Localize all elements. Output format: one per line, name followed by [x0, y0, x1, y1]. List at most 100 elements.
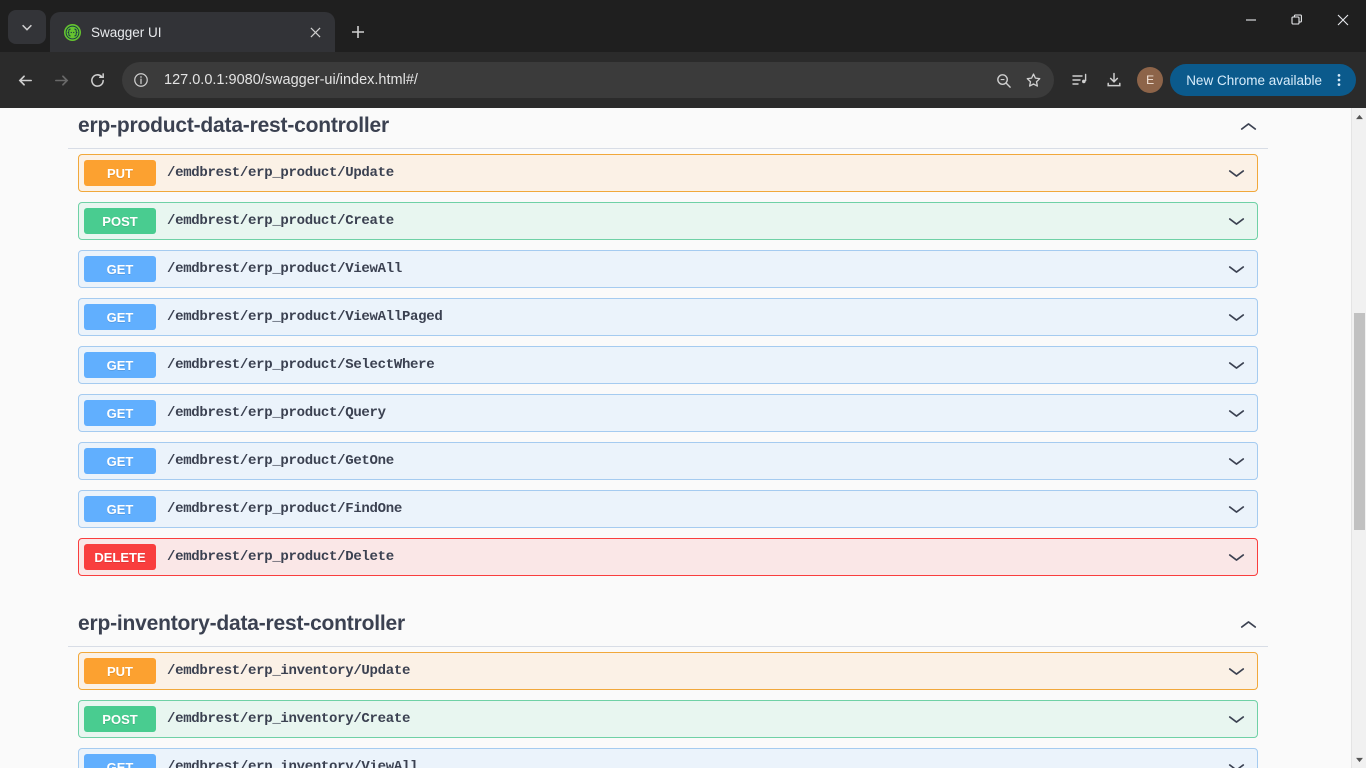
operation-path: /emdbrest/erp_inventory/ViewAll	[167, 759, 419, 768]
swagger-operations-container: erp-product-data-rest-controller PUT/emdb…	[68, 108, 1268, 768]
scroll-up-button[interactable]	[1352, 108, 1366, 125]
download-icon	[1107, 72, 1121, 87]
minimize-button[interactable]	[1228, 0, 1274, 40]
operation-row-get[interactable]: GET/emdbrest/erp_product/GetOne	[78, 442, 1258, 480]
chevron-down-icon	[1228, 217, 1244, 225]
triangle-up-icon	[1356, 114, 1363, 119]
swagger-logo-icon	[64, 23, 81, 41]
browser-menu-button[interactable]	[1326, 67, 1352, 93]
page-scrollbar[interactable]	[1351, 108, 1366, 768]
tag-title: erp-product-data-rest-controller	[78, 114, 389, 137]
operation-row-get[interactable]: GET/emdbrest/erp_product/ViewAllPaged	[78, 298, 1258, 336]
operation-expand-toggle[interactable]	[1225, 402, 1247, 424]
http-method-badge: GET	[84, 256, 156, 282]
bookmark-button[interactable]	[1018, 65, 1048, 95]
operation-row-get[interactable]: GET/emdbrest/erp_inventory/ViewAll	[78, 748, 1258, 768]
forward-button[interactable]	[44, 63, 78, 97]
chevron-down-icon	[1228, 409, 1244, 417]
operation-row-post[interactable]: POST/emdbrest/erp_product/Create	[78, 202, 1258, 240]
operation-row-get[interactable]: GET/emdbrest/erp_product/FindOne	[78, 490, 1258, 528]
chevron-down-icon	[1228, 313, 1244, 321]
operation-path: /emdbrest/erp_inventory/Update	[167, 663, 411, 679]
chevron-down-icon	[1228, 715, 1244, 723]
operation-row-get[interactable]: GET/emdbrest/erp_product/ViewAll	[78, 250, 1258, 288]
info-circle-icon	[134, 73, 148, 87]
scroll-down-button[interactable]	[1352, 751, 1366, 768]
operation-expand-toggle[interactable]	[1225, 498, 1247, 520]
minimize-icon	[1246, 19, 1256, 21]
back-button[interactable]	[8, 63, 42, 97]
chevron-down-icon	[1228, 169, 1244, 177]
http-method-badge: GET	[84, 352, 156, 378]
operation-row-delete[interactable]: DELETE/emdbrest/erp_product/Delete	[78, 538, 1258, 576]
chrome-update-label: New Chrome available	[1186, 72, 1322, 88]
scrollbar-thumb[interactable]	[1354, 312, 1365, 531]
browser-tab-swagger-ui[interactable]: Swagger UI	[50, 12, 335, 52]
operation-expand-toggle[interactable]	[1225, 258, 1247, 280]
window-controls	[1228, 0, 1366, 40]
chevron-down-icon	[1228, 361, 1244, 369]
reload-icon	[90, 72, 104, 87]
plus-icon	[352, 26, 364, 38]
operation-path: /emdbrest/erp_product/Delete	[167, 549, 394, 565]
magnifier-icon	[996, 73, 1011, 88]
downloads-button[interactable]	[1098, 64, 1130, 96]
http-method-badge: GET	[84, 496, 156, 522]
tab-strip: Swagger UI	[0, 0, 1366, 52]
tab-title: Swagger UI	[91, 24, 162, 40]
tag-collapse-toggle[interactable]	[1238, 116, 1258, 136]
site-info-button[interactable]	[126, 65, 156, 95]
operation-expand-toggle[interactable]	[1225, 546, 1247, 568]
operation-path: /emdbrest/erp_product/Create	[167, 213, 394, 229]
operation-path: /emdbrest/erp_product/Query	[167, 405, 386, 421]
operation-row-put[interactable]: PUT/emdbrest/erp_inventory/Update	[78, 652, 1258, 690]
operation-expand-toggle[interactable]	[1225, 450, 1247, 472]
operation-row-get[interactable]: GET/emdbrest/erp_product/SelectWhere	[78, 346, 1258, 384]
media-playlist-icon	[1072, 73, 1087, 85]
url-text[interactable]: 127.0.0.1:9080/swagger-ui/index.html#/	[156, 72, 988, 88]
omnibox-search-button[interactable]	[988, 65, 1018, 95]
http-method-badge: POST	[84, 208, 156, 234]
page-viewport: erp-product-data-rest-controller PUT/emdb…	[0, 108, 1366, 768]
close-window-button[interactable]	[1320, 0, 1366, 40]
operation-expand-toggle[interactable]	[1225, 162, 1247, 184]
operation-row-put[interactable]: PUT/emdbrest/erp_product/Update	[78, 154, 1258, 192]
operation-expand-toggle[interactable]	[1225, 660, 1247, 682]
http-method-badge: DELETE	[84, 544, 156, 570]
profile-avatar[interactable]: E	[1137, 67, 1164, 93]
new-tab-button[interactable]	[341, 15, 375, 49]
reload-button[interactable]	[80, 63, 114, 97]
tab-close-button[interactable]	[303, 20, 327, 44]
arrow-left-icon	[18, 74, 32, 86]
operation-path: /emdbrest/erp_product/ViewAll	[167, 261, 402, 277]
restore-icon	[1291, 14, 1302, 25]
tag-header-erp-inventory-data-rest-controller[interactable]: erp-inventory-data-rest-controller	[68, 604, 1268, 647]
media-control-button[interactable]	[1064, 64, 1096, 96]
chevron-down-icon	[1228, 505, 1244, 513]
chevron-down-icon	[22, 24, 32, 31]
chevron-down-icon	[1228, 265, 1244, 273]
close-icon	[309, 26, 321, 38]
tag-header-erp-product-data-rest-controller[interactable]: erp-product-data-rest-controller	[68, 108, 1268, 149]
operation-expand-toggle[interactable]	[1225, 756, 1247, 768]
operation-row-post[interactable]: POST/emdbrest/erp_inventory/Create	[78, 700, 1258, 738]
tag-collapse-toggle[interactable]	[1238, 614, 1258, 634]
operation-path: /emdbrest/erp_product/ViewAllPaged	[167, 309, 443, 325]
chevron-down-icon	[1228, 457, 1244, 465]
http-method-badge: POST	[84, 706, 156, 732]
chrome-update-button[interactable]: New Chrome available	[1170, 64, 1356, 96]
operation-expand-toggle[interactable]	[1225, 708, 1247, 730]
operation-expand-toggle[interactable]	[1225, 306, 1247, 328]
tab-search-button[interactable]	[8, 10, 46, 44]
chevron-up-icon	[1240, 122, 1256, 130]
maximize-restore-button[interactable]	[1274, 0, 1320, 40]
tag-title: erp-inventory-data-rest-controller	[78, 612, 405, 635]
operation-path: /emdbrest/erp_product/GetOne	[167, 453, 394, 469]
operation-expand-toggle[interactable]	[1225, 210, 1247, 232]
address-bar[interactable]: 127.0.0.1:9080/swagger-ui/index.html#/	[122, 62, 1055, 98]
operation-expand-toggle[interactable]	[1225, 354, 1247, 376]
kebab-menu-icon	[1337, 74, 1341, 86]
http-method-badge: PUT	[84, 160, 156, 186]
operation-row-get[interactable]: GET/emdbrest/erp_product/Query	[78, 394, 1258, 432]
tag-body: PUT/emdbrest/erp_inventory/Update POST/em…	[68, 647, 1268, 768]
